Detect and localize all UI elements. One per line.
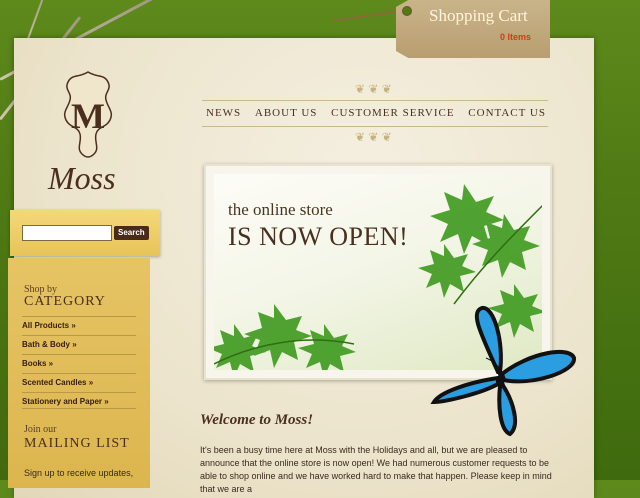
- nav-ornament-top: ❦ ❦ ❦: [355, 82, 392, 96]
- nav-contact-us[interactable]: CONTACT US: [468, 107, 546, 119]
- logo-wordmark[interactable]: Moss: [48, 160, 116, 197]
- banner-headline-small: the online store: [228, 200, 333, 219]
- category-heading: CATEGORY: [24, 294, 106, 309]
- nav-about-us[interactable]: ABOUT US: [255, 107, 318, 119]
- mailing-list-heading: MAILING LIST: [24, 436, 130, 451]
- welcome-heading: Welcome to Moss!: [200, 412, 314, 428]
- butterfly-icon: [430, 306, 576, 437]
- search-input[interactable]: [22, 225, 112, 241]
- category-item-bath-body[interactable]: Bath & Body »: [22, 335, 136, 354]
- nav-customer-service[interactable]: CUSTOMER SERVICE: [331, 107, 454, 119]
- category-list-end-divider: [22, 408, 136, 409]
- nav-ornament-bottom: ❦ ❦ ❦: [355, 130, 392, 144]
- category-list: All Products » Bath & Body » Books » Sce…: [22, 316, 136, 411]
- category-item-all-products[interactable]: All Products »: [22, 316, 136, 335]
- nav-divider-top: [202, 100, 548, 101]
- cart-item-count[interactable]: 0 Items: [500, 32, 531, 42]
- main-navigation: NEWS ABOUT US CUSTOMER SERVICE CONTACT U…: [206, 107, 546, 119]
- shopping-cart-link[interactable]: Shopping Cart: [429, 6, 528, 26]
- search-button[interactable]: Search: [114, 226, 149, 240]
- tag-hole: [402, 6, 412, 16]
- logo-monogram-letter: M: [71, 96, 105, 136]
- nav-news[interactable]: NEWS: [206, 107, 241, 119]
- category-item-scented-candles[interactable]: Scented Candles »: [22, 373, 136, 392]
- category-item-books[interactable]: Books »: [22, 354, 136, 373]
- banner-headline-large: IS NOW OPEN!: [228, 222, 409, 251]
- nav-divider-bottom: [202, 126, 548, 127]
- mailing-label-small: Join our: [24, 424, 57, 435]
- mailing-list-description: Sign up to receive updates,: [24, 468, 134, 478]
- moss-monogram-logo[interactable]: M: [58, 70, 118, 162]
